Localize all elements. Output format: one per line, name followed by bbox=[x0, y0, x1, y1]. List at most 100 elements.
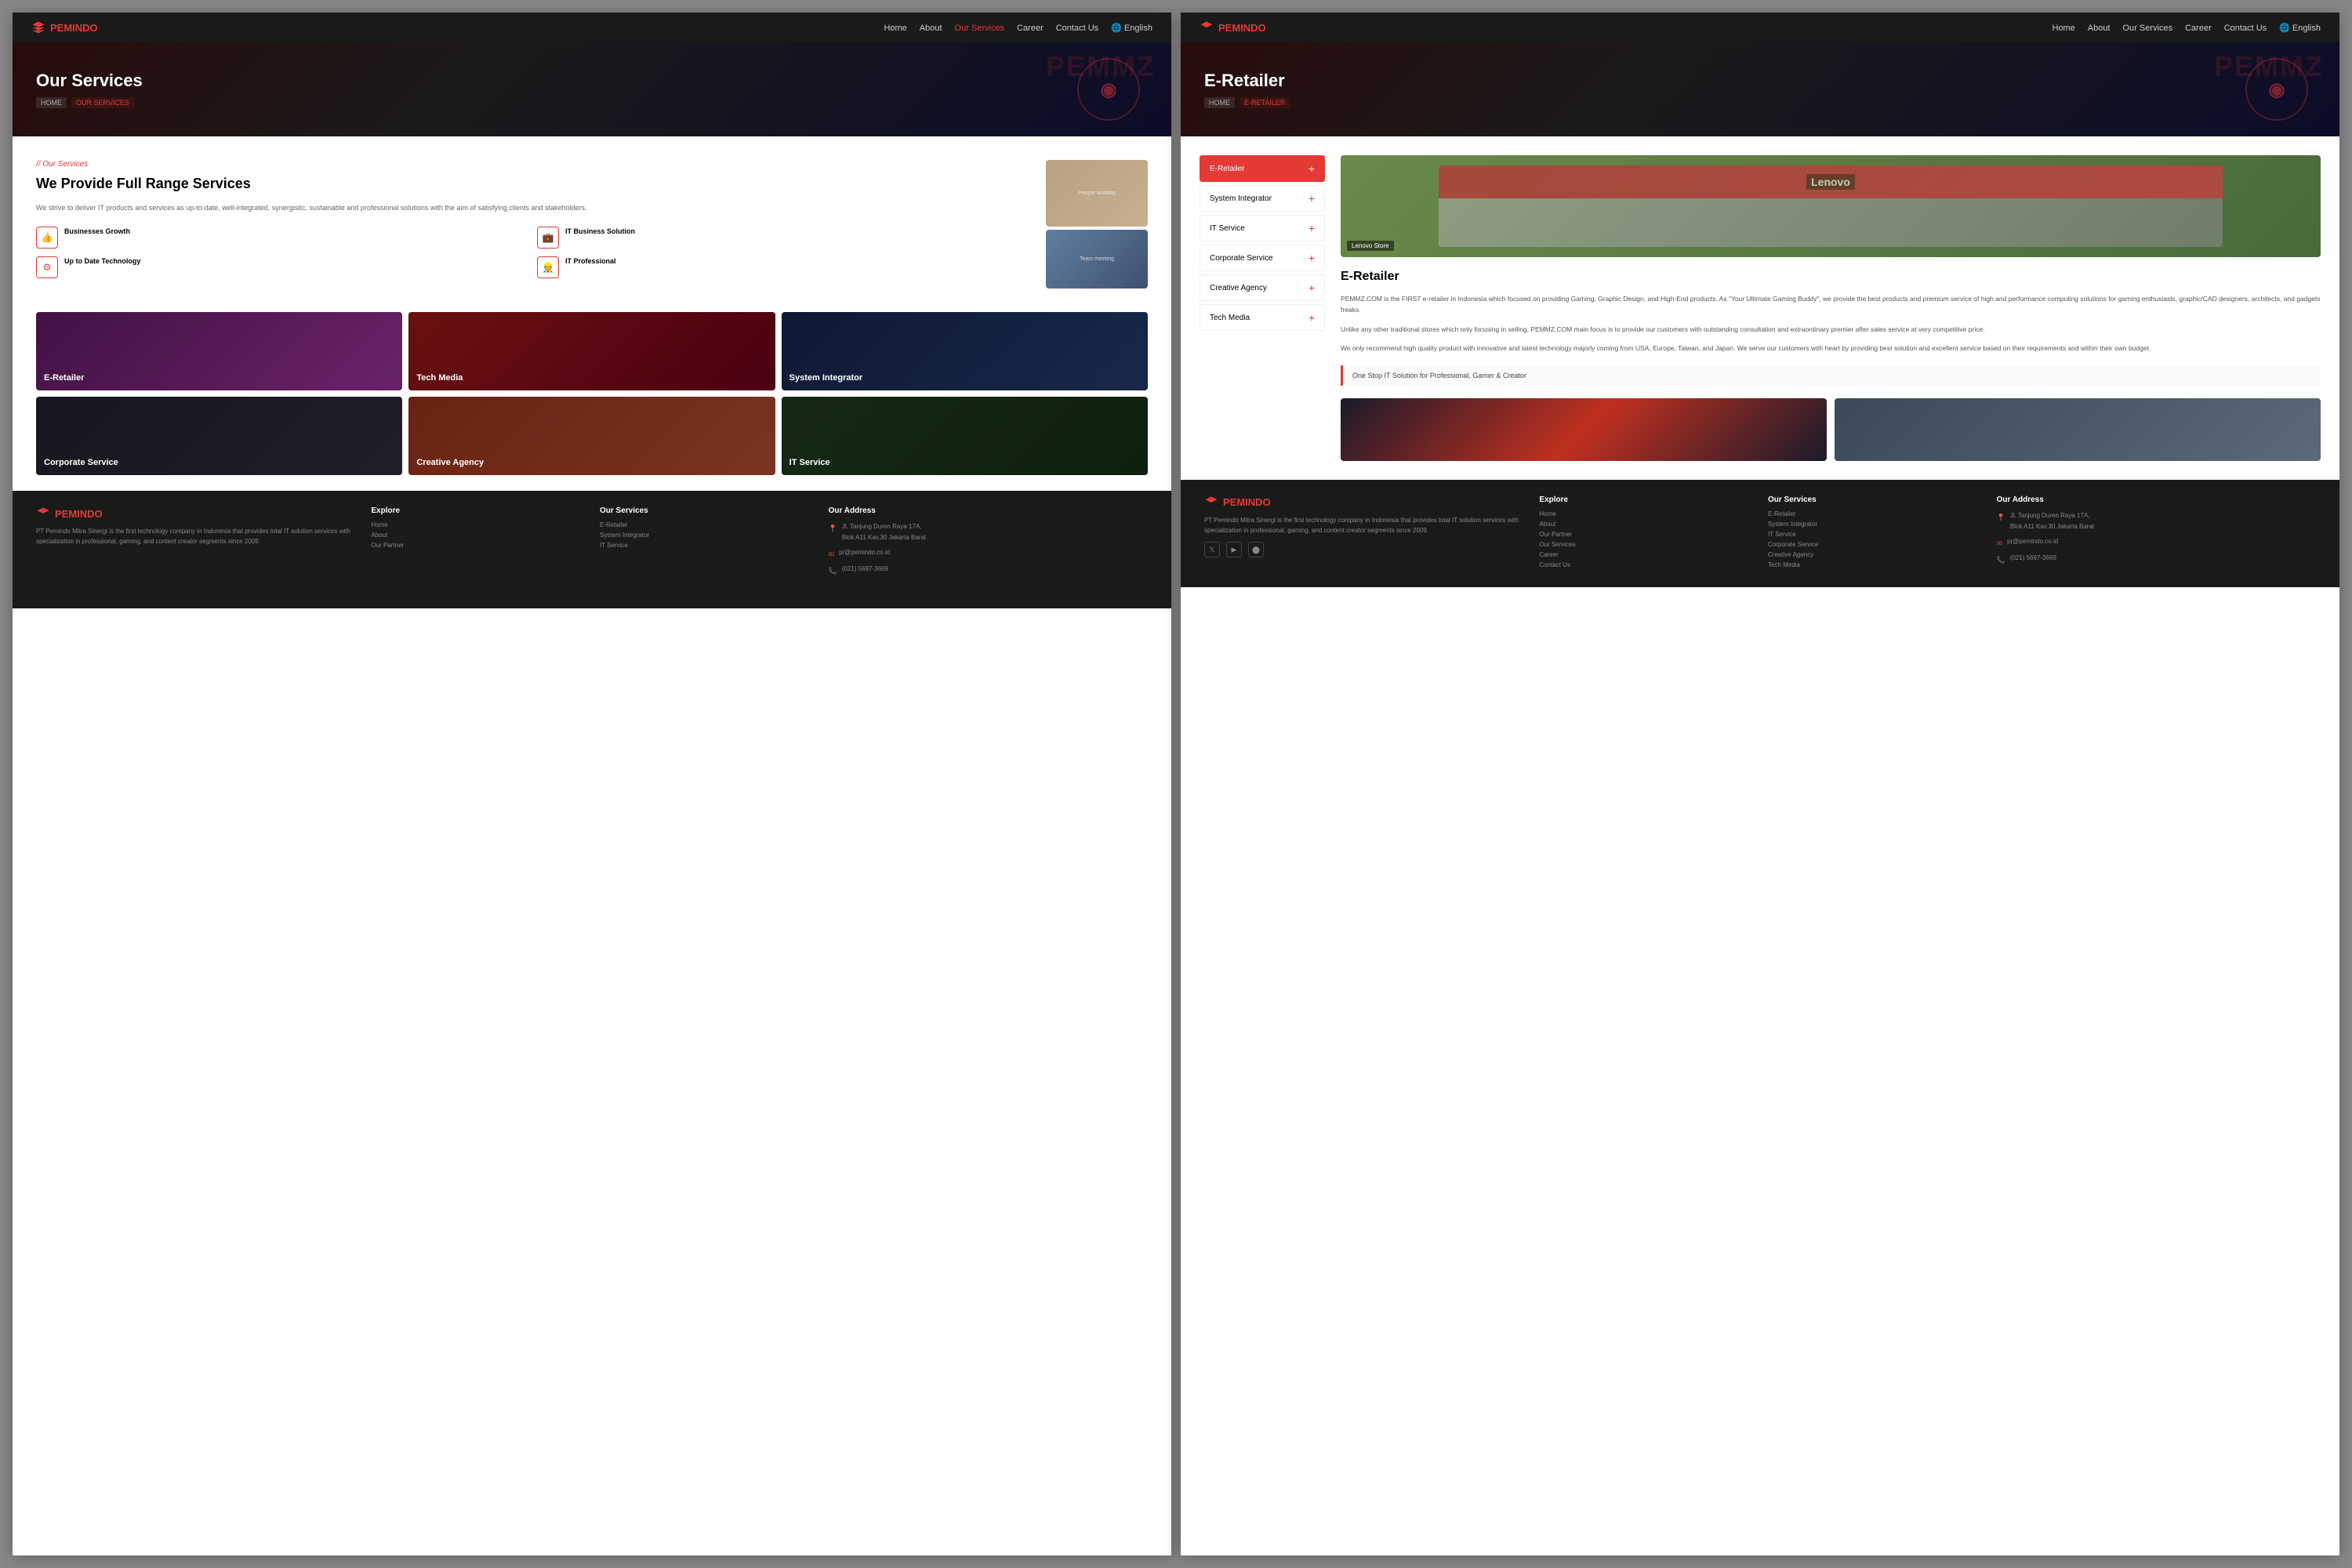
email-icon: ✉ bbox=[829, 548, 835, 561]
right-hero-bg bbox=[1181, 42, 2339, 136]
right-breadcrumb-current: E-RETAILER bbox=[1240, 97, 1290, 108]
footer-logo-icon bbox=[36, 506, 50, 521]
gallery-image-2 bbox=[1835, 398, 2321, 461]
feature-icon-technology: ⚙ bbox=[36, 256, 58, 278]
sidebar-sysint[interactable]: System Integrator + bbox=[1200, 185, 1325, 212]
rnav-about[interactable]: About bbox=[2088, 24, 2111, 33]
right-hero: PEMMZ ◉ E-Retailer HOME E-RETAILER bbox=[1181, 42, 2339, 136]
social-twitter[interactable]: 𝕏 bbox=[1204, 542, 1220, 557]
card-label-sysint: System Integrator bbox=[789, 373, 863, 383]
feature-businesses: 👍 Businesses Growth bbox=[36, 227, 529, 249]
left-logo[interactable]: PEMINDO bbox=[31, 20, 98, 34]
footer-svc-it: IT Service bbox=[600, 542, 813, 549]
rf-svc-creative: Creative Agency bbox=[1768, 551, 1981, 558]
rf-explore-about: About bbox=[1539, 521, 1752, 528]
card-label-itsvc: IT Service bbox=[789, 458, 830, 467]
footer-address-details: 📍 Jl. Tanjung Duren Raya 17A, Blok A11 K… bbox=[829, 521, 1148, 577]
footer-services-list: E-Retailer System Integrator IT Service bbox=[600, 521, 813, 549]
detail-para2: Unlike any other traditional stores whic… bbox=[1341, 324, 2321, 335]
detail-main: Lenovo Lenovo Store E-Retailer PEMMZ.COM… bbox=[1341, 155, 2321, 461]
detail-para1: PEMMZ.COM is the FIRST e-retailer in Ind… bbox=[1341, 293, 2321, 316]
sidebar-eretailer[interactable]: E-Retailer + bbox=[1200, 155, 1325, 182]
rf-location-icon: 📍 bbox=[1997, 511, 2005, 524]
social-youtube[interactable]: ▶ bbox=[1226, 542, 1242, 557]
rnav-contact[interactable]: Contact Us bbox=[2224, 24, 2267, 33]
features-grid: 👍 Businesses Growth 💼 IT Business Soluti… bbox=[36, 227, 1030, 278]
sidebar-techmedia[interactable]: Tech Media + bbox=[1200, 304, 1325, 331]
hero-decoration: ◉ bbox=[1077, 58, 1140, 121]
right-hero-title: E-Retailer bbox=[1204, 71, 1290, 91]
sidebar-creative[interactable]: Creative Agency + bbox=[1200, 274, 1325, 301]
rnav-career[interactable]: Career bbox=[2185, 24, 2212, 33]
nav-about[interactable]: About bbox=[920, 24, 942, 33]
detail-gallery bbox=[1341, 398, 2321, 461]
rnav-services[interactable]: Our Services bbox=[2123, 24, 2173, 33]
left-page: PEMINDO Home About Our Services Career C… bbox=[13, 13, 1171, 1555]
card-corpsvc[interactable]: Corporate Service bbox=[36, 397, 402, 475]
detail-sidebar: E-Retailer + System Integrator + IT Serv… bbox=[1200, 155, 1325, 461]
rf-logo-text: PEMINDO bbox=[1223, 496, 1271, 508]
rf-phone-icon: 📞 bbox=[1997, 554, 2005, 566]
left-nav: PEMINDO Home About Our Services Career C… bbox=[13, 13, 1171, 42]
footer-logo-text: PEMINDO bbox=[55, 508, 103, 520]
rf-address-title: Our Address bbox=[1997, 495, 2316, 504]
right-logo[interactable]: PEMINDO bbox=[1200, 20, 1266, 34]
rf-explore-ourservices: Our Services bbox=[1539, 541, 1752, 548]
social-instagram[interactable]: ⬤ bbox=[1248, 542, 1264, 557]
sidebar-itsvc[interactable]: IT Service + bbox=[1200, 215, 1325, 241]
rf-services: Our Services E-Retailer System Integrato… bbox=[1768, 495, 1981, 572]
card-sysint[interactable]: System Integrator bbox=[782, 312, 1148, 390]
rnav-lang[interactable]: 🌐 English bbox=[2279, 24, 2321, 33]
footer-services: Our Services E-Retailer System Integrato… bbox=[600, 506, 813, 580]
rf-svc-eretailer: E-Retailer bbox=[1768, 510, 1981, 517]
rf-address: Our Address 📍 Jl. Tanjung Duren Raya 17A… bbox=[1997, 495, 2316, 572]
intro-image-top: People working bbox=[1046, 160, 1148, 227]
card-techmedia[interactable]: Tech Media bbox=[408, 312, 775, 390]
addr-street: 📍 Jl. Tanjung Duren Raya 17A, Blok A11 K… bbox=[829, 521, 1148, 544]
intro-text: // Our Services We Provide Full Range Se… bbox=[36, 160, 1030, 289]
rf-email-icon: ✉ bbox=[1997, 537, 2003, 550]
sidebar-corpsvc[interactable]: Corporate Service + bbox=[1200, 245, 1325, 271]
rf-addr-email: ✉ pr@pemindo.co.id bbox=[1997, 536, 2316, 550]
plus-icon-corpsvc: + bbox=[1308, 252, 1315, 264]
plus-icon-techmedia: + bbox=[1308, 311, 1315, 324]
footer-explore-title: Explore bbox=[371, 506, 584, 515]
card-label-techmedia: Tech Media bbox=[416, 373, 463, 383]
card-label-eretailer: E-Retailer bbox=[44, 373, 84, 383]
card-creative[interactable]: Creative Agency bbox=[408, 397, 775, 475]
detail-quote: One Stop IT Solution for Professional, G… bbox=[1341, 365, 2321, 386]
rnav-home[interactable]: Home bbox=[2052, 24, 2074, 33]
footer-explore: Explore Home About Our Partner bbox=[371, 506, 584, 580]
hero-content: Our Services HOME OUR SERVICES bbox=[36, 71, 143, 108]
card-eretailer[interactable]: E-Retailer bbox=[36, 312, 402, 390]
rf-explore-title: Explore bbox=[1539, 495, 1752, 504]
rf-svc-it: IT Service bbox=[1768, 531, 1981, 538]
nav-services[interactable]: Our Services bbox=[955, 24, 1005, 33]
feature-icon-businesses: 👍 bbox=[36, 227, 58, 249]
right-hero-decoration: ◉ bbox=[2245, 58, 2308, 121]
nav-lang[interactable]: 🌐 English bbox=[1111, 24, 1152, 33]
section-label: // Our Services bbox=[36, 160, 1030, 169]
intro-heading: We Provide Full Range Services bbox=[36, 175, 1030, 193]
right-breadcrumb-home: HOME bbox=[1204, 97, 1235, 108]
rf-svc-techmedia: Tech Media bbox=[1768, 561, 1981, 568]
nav-contact[interactable]: Contact Us bbox=[1056, 24, 1098, 33]
rf-services-list: E-Retailer System Integrator IT Service … bbox=[1768, 510, 1981, 568]
addr-email: ✉ pr@pemindo.co.id bbox=[829, 547, 1148, 561]
rf-explore: Explore Home About Our Partner Our Servi… bbox=[1539, 495, 1752, 572]
detail-para3: We only recommend high quality product w… bbox=[1341, 343, 2321, 354]
nav-career[interactable]: Career bbox=[1017, 24, 1044, 33]
nav-home[interactable]: Home bbox=[884, 24, 906, 33]
feature-label-businesses: Businesses Growth bbox=[64, 227, 130, 237]
logo-icon bbox=[31, 20, 45, 34]
addr-phone: 📞 (021) 5697-3669 bbox=[829, 564, 1148, 577]
card-itsvc[interactable]: IT Service bbox=[782, 397, 1148, 475]
footer-address: Our Address 📍 Jl. Tanjung Duren Raya 17A… bbox=[829, 506, 1148, 580]
card-overlay-eretailer bbox=[36, 312, 402, 390]
rf-explore-career: Career bbox=[1539, 551, 1752, 558]
rf-brand: PEMINDO PT Pemindo Mitra Sinergi is the … bbox=[1204, 495, 1523, 572]
plus-icon-sysint: + bbox=[1308, 192, 1315, 205]
feature-label-technology: Up to Date Technology bbox=[64, 256, 140, 267]
right-breadcrumb: HOME E-RETAILER bbox=[1204, 97, 1290, 108]
rf-logo: PEMINDO bbox=[1204, 495, 1523, 510]
